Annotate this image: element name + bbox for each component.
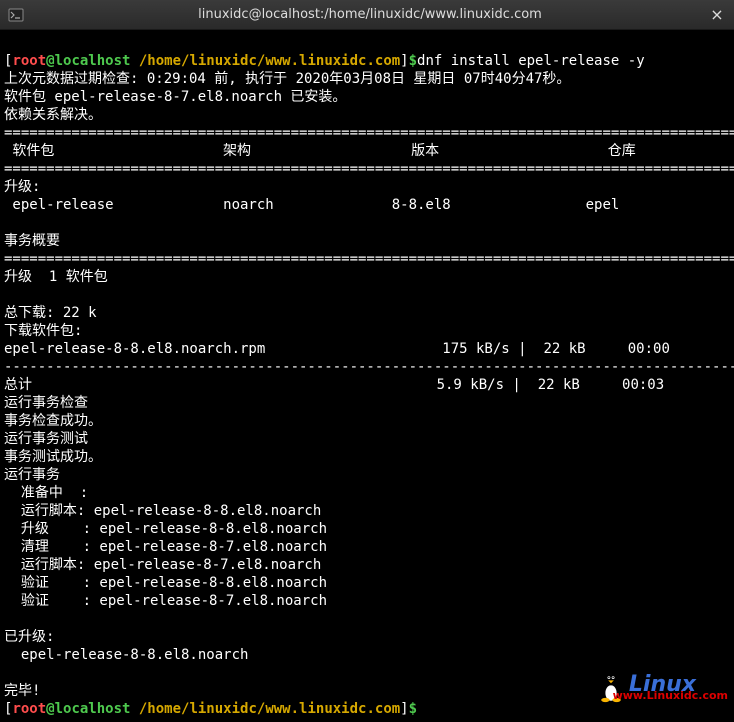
- titlebar: linuxidc@localhost:/home/linuxidc/www.li…: [0, 0, 734, 30]
- upgrade-count: 升级 1 软件包: [4, 269, 108, 285]
- done: 完毕!: [4, 683, 40, 699]
- divider: ========================================…: [4, 125, 734, 141]
- rpm-line: epel-release-8-8.el8.noarch.rpm 175 kB/s…: [4, 341, 704, 357]
- total-line: 总计 5.9 kB/s | 22 kB 00:03: [4, 377, 698, 393]
- txn-check-ok: 事务检查成功。: [4, 413, 102, 429]
- downloading: 下载软件包:: [4, 323, 82, 339]
- txn-run: 运行事务: [4, 467, 60, 483]
- line-deps: 依赖关系解决。: [4, 107, 102, 123]
- summary-label: 事务概要: [4, 233, 60, 249]
- table-row: epel-release noarch 8-8.el8 epel 22 k: [4, 197, 734, 213]
- terminal-icon: [8, 7, 24, 23]
- step-script1: 运行脚本: epel-release-8-8.el8.noarch 1/1: [4, 503, 734, 519]
- txn-test: 运行事务测试: [4, 431, 88, 447]
- prompt-user: root: [12, 701, 46, 717]
- prompt-bracket-close: ]: [400, 53, 408, 69]
- prompt-host: localhost: [55, 53, 131, 69]
- upgraded-label: 已升级:: [4, 629, 54, 645]
- step-verify2: 验证 : epel-release-8-7.el8.noarch 2/2: [4, 593, 734, 609]
- watermark-url: www.Linuxidc.com: [613, 687, 728, 705]
- watermark: Linux公社 www.Linuxidc.com: [597, 669, 728, 703]
- command-text: dnf install epel-release -y: [417, 53, 645, 69]
- prompt-hash: $: [409, 53, 417, 69]
- prompt-hash: $: [409, 701, 417, 717]
- divider: ========================================…: [4, 161, 734, 177]
- line-meta: 上次元数据过期检查: 0:29:04 前, 执行于 2020年03月08日 星期…: [4, 71, 570, 87]
- txn-test-ok: 事务测试成功。: [4, 449, 102, 465]
- window-title: linuxidc@localhost:/home/linuxidc/www.li…: [32, 6, 708, 24]
- txn-check: 运行事务检查: [4, 395, 88, 411]
- prompt-path: /home/linuxidc/www.linuxidc.com: [130, 701, 400, 717]
- total-download: 总下载: 22 k: [4, 305, 97, 321]
- close-button[interactable]: ×: [708, 6, 726, 24]
- prompt-path: /home/linuxidc/www.linuxidc.com: [130, 53, 400, 69]
- line-installed: 软件包 epel-release-8-7.el8.noarch 已安装。: [4, 89, 346, 105]
- step-clean: 清理 : epel-release-8-7.el8.noarch 2/2: [4, 539, 734, 555]
- divider: ========================================…: [4, 251, 734, 267]
- step-upgrade: 升级 : epel-release-8-8.el8.noarch 1/2: [4, 521, 734, 537]
- prompt-at: @: [46, 53, 54, 69]
- prompt-user: root: [12, 53, 46, 69]
- upgraded-pkg: epel-release-8-8.el8.noarch: [4, 647, 248, 663]
- divider-dash: ----------------------------------------…: [4, 359, 734, 375]
- prompt-host: localhost: [55, 701, 131, 717]
- prompt-at: @: [46, 701, 54, 717]
- terminal-output[interactable]: [root@localhost /home/linuxidc/www.linux…: [0, 30, 734, 722]
- step-prep: 准备中 : 1/1: [4, 485, 734, 501]
- step-script2: 运行脚本: epel-release-8-7.el8.noarch 2/2: [4, 557, 734, 573]
- prompt-bracket-close: ]: [400, 701, 408, 717]
- table-header: 软件包 架构 版本 仓库 大小: [4, 143, 734, 159]
- step-verify1: 验证 : epel-release-8-8.el8.noarch 1/2: [4, 575, 734, 591]
- upgrade-label: 升级:: [4, 179, 40, 195]
